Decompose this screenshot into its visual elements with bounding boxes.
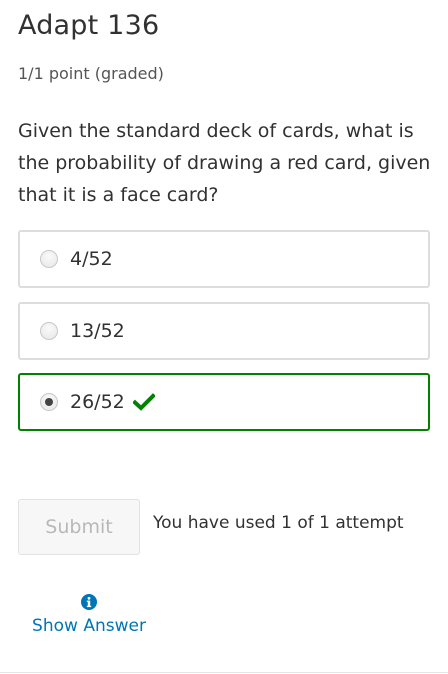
radio-dot bbox=[45, 398, 53, 406]
problem-title: Adapt 136 bbox=[18, 10, 160, 41]
checkmark-icon bbox=[132, 393, 155, 411]
radio-button[interactable] bbox=[40, 250, 58, 268]
choice-label: 13/52 bbox=[70, 320, 125, 342]
info-icon bbox=[81, 594, 97, 610]
radio-button[interactable] bbox=[40, 322, 58, 340]
choice-label: 4/52 bbox=[70, 248, 113, 270]
bottom-divider bbox=[0, 672, 448, 673]
problem-progress: 1/1 point (graded) bbox=[18, 64, 164, 83]
show-answer-label: Show Answer bbox=[32, 616, 146, 636]
radio-button-selected[interactable] bbox=[40, 393, 58, 411]
show-answer-button[interactable]: Show Answer bbox=[32, 594, 146, 636]
question-text: Given the standard deck of cards, what i… bbox=[18, 120, 431, 206]
choice-option-1[interactable]: 4/52 bbox=[18, 230, 430, 288]
choice-option-3[interactable]: 26/52 bbox=[18, 373, 430, 431]
choice-option-2[interactable]: 13/52 bbox=[18, 302, 430, 360]
submit-button[interactable]: Submit bbox=[18, 499, 140, 555]
choice-label: 26/52 bbox=[70, 391, 125, 413]
attempts-text: You have used 1 of 1 attempt bbox=[153, 513, 404, 533]
